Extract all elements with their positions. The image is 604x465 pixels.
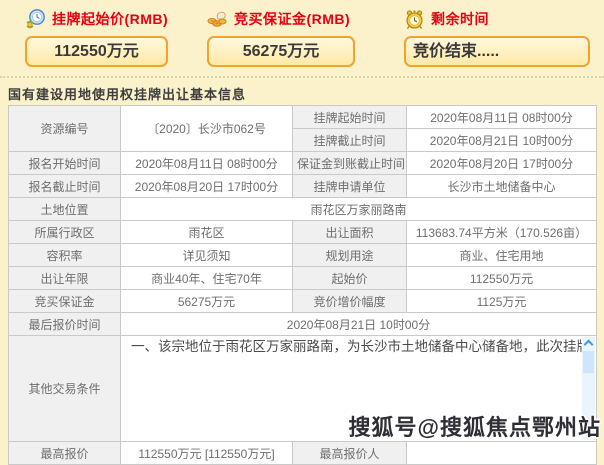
listing-end-time-value: 2020年08月21日 10时00分 [407,129,597,152]
increment-value: 1125万元 [407,290,597,313]
dotted-divider [0,76,604,78]
applicant-value: 长沙市土地储备中心 [407,175,597,198]
resource-no-value: 〔2020〕长沙市062号 [121,106,293,152]
table-row: 竞买保证金 56275万元 竞价增价幅度 1125万元 [9,290,597,313]
land-location-value: 雨花区万家丽路南 [121,198,597,221]
table-row: 报名开始时间 2020年08月11日 08时00分 保证金到账截止时间 2020… [9,152,597,175]
bid-deposit-block: 竞买保证金(RMB) 56275万元 [207,6,355,67]
plot-ratio-label: 容积率 [9,244,121,267]
listing-start-time-value: 2020年08月11日 08时00分 [407,106,597,129]
increment-label: 竞价增价幅度 [293,290,407,313]
table-row: 最后报价时间 2020年08月21日 10时00分 [9,313,597,336]
resource-no-label: 资源编号 [9,106,121,152]
clock-money-icon [25,9,46,30]
bid-deposit-row-value: 56275万元 [121,290,293,313]
listing-start-price-block: 挂牌起始价(RMB) 112550万元 [25,6,168,67]
planned-use-value: 商业、住宅用地 [407,244,597,267]
chevron-up-icon [584,340,594,350]
sohu-watermark: 搜狐号@搜狐焦点鄂州站 [349,410,601,442]
table-row: 资源编号 〔2020〕长沙市062号 挂牌起始时间 2020年08月11日 08… [9,106,597,129]
section-title: 国有建设用地使用权挂牌出让基本信息 [8,84,246,103]
table-row: 容积率 详见须知 规划用途 商业、住宅用地 [9,244,597,267]
listing-start-price-value: 112550万元 [25,36,168,67]
table-row: 出让年限 商业40年、住宅70年 起始价 112550万元 [9,267,597,290]
remaining-time-value: 竞价结束..... [404,36,590,67]
signup-end-label: 报名截止时间 [9,175,121,198]
listing-start-time-label: 挂牌起始时间 [293,106,407,129]
start-price-value: 112550万元 [407,267,597,290]
deposit-deadline-value: 2020年08月20日 17时00分 [407,152,597,175]
district-label: 所属行政区 [9,221,121,244]
highest-bidder-value [407,442,597,465]
applicant-label: 挂牌申请单位 [293,175,407,198]
land-location-label: 土地位置 [9,198,121,221]
last-offer-time-label: 最后报价时间 [9,313,121,336]
scrollbar-thumb[interactable] [583,351,594,373]
highest-bidder-label: 最高报价人 [293,442,407,465]
signup-end-value: 2020年08月20日 17时00分 [121,175,293,198]
table-row: 最高报价 112550万元 [112550万元] 最高报价人 [9,442,597,465]
plot-ratio-value: 详见须知 [121,244,293,267]
bid-deposit-row-label: 竞买保证金 [9,290,121,313]
deposit-deadline-label: 保证金到账截止时间 [293,152,407,175]
signup-start-label: 报名开始时间 [9,152,121,175]
other-conditions-label: 其他交易条件 [9,336,121,442]
remaining-time-block: 剩余时间 竞价结束..... [404,6,590,67]
bid-deposit-label: 竞买保证金(RMB) [234,9,350,29]
district-value: 雨花区 [121,221,293,244]
table-row: 报名截止时间 2020年08月20日 17时00分 挂牌申请单位 长沙市土地储备… [9,175,597,198]
signup-start-value: 2020年08月11日 08时00分 [121,152,293,175]
last-offer-time-value: 2020年08月21日 10时00分 [121,313,597,336]
scroll-up-button[interactable] [582,337,595,350]
table-row: 土地位置 雨花区万家丽路南 [9,198,597,221]
highest-offer-value: 112550万元 [112550万元] [121,442,293,465]
table-row: 所属行政区 雨花区 出让面积 113683.74平方米（170.526亩） [9,221,597,244]
area-value: 113683.74平方米（170.526亩） [407,221,597,244]
start-price-label: 起始价 [293,267,407,290]
listing-start-price-label: 挂牌起始价(RMB) [52,9,168,29]
highest-offer-label: 最高报价 [9,442,121,465]
listing-end-time-label: 挂牌截止时间 [293,129,407,152]
gold-coins-icon [207,9,228,30]
alarm-clock-icon [404,9,425,30]
remaining-time-label: 剩余时间 [431,9,489,29]
tenure-value: 商业40年、住宅70年 [121,267,293,290]
area-label: 出让面积 [293,221,407,244]
tenure-label: 出让年限 [9,267,121,290]
planned-use-label: 规划用途 [293,244,407,267]
bid-deposit-value: 56275万元 [207,36,355,67]
